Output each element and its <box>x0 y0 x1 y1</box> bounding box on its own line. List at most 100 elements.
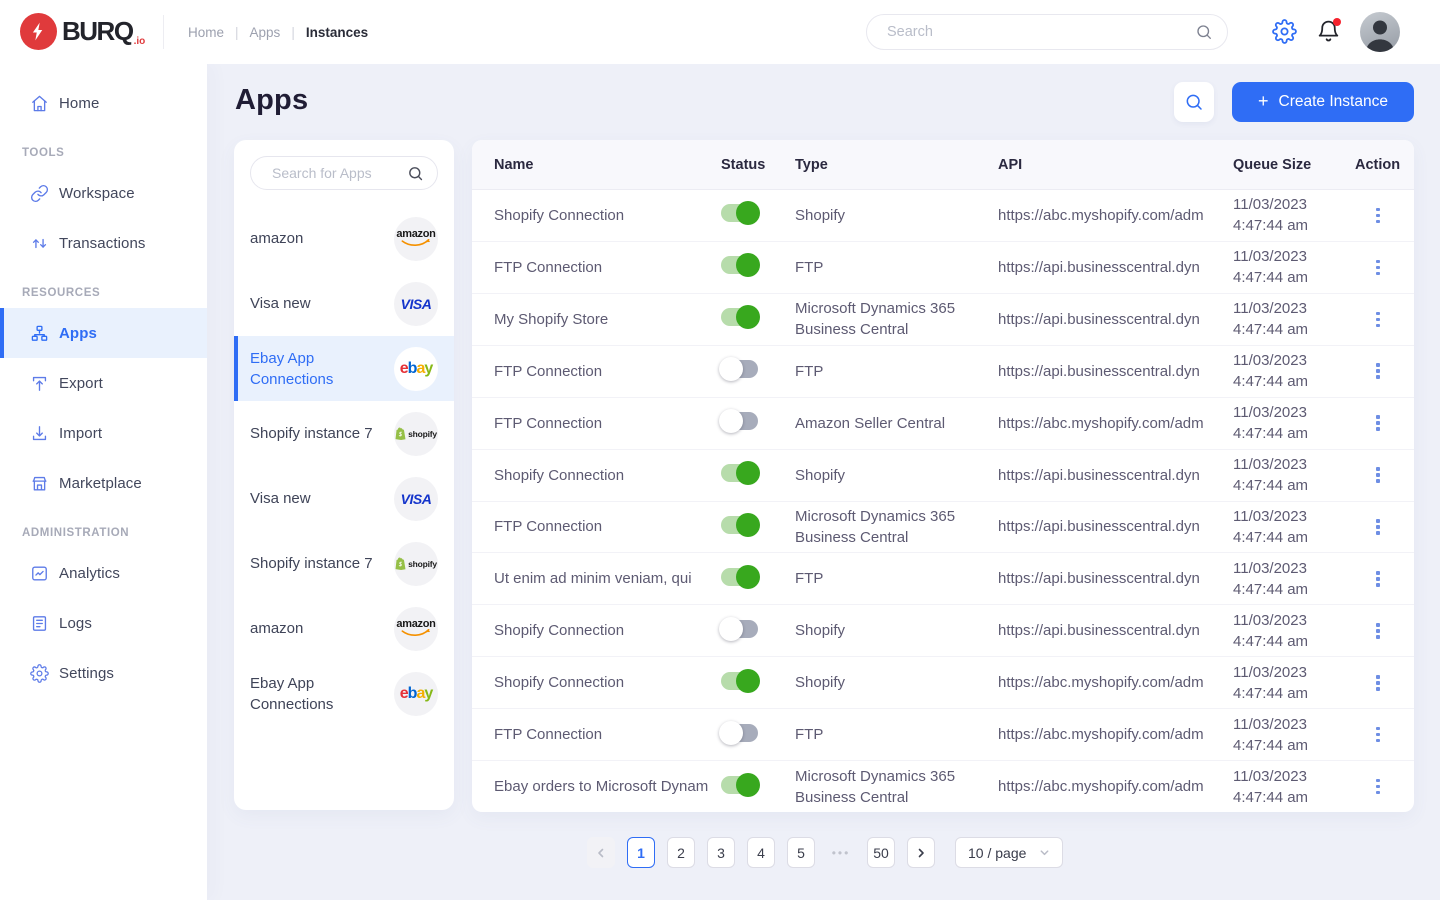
queue-time: 4:47:44 am <box>1233 787 1355 808</box>
app-list-item[interactable]: Ebay App Connections ebay <box>234 336 454 401</box>
sidebar-item-transactions[interactable]: Transactions <box>0 218 207 268</box>
settings-icon <box>29 663 49 683</box>
pagination-pages: 12345 <box>627 837 815 868</box>
status-toggle[interactable] <box>721 256 758 274</box>
queue-date: 11/03/2023 <box>1233 558 1355 579</box>
notification-badge <box>1333 18 1341 26</box>
status-toggle[interactable] <box>721 308 758 326</box>
row-actions-menu-icon[interactable] <box>1371 779 1385 795</box>
column-header-action: Action <box>1355 157 1414 173</box>
table-row: Shopify Connection Shopify https://abc.m… <box>472 657 1414 709</box>
sidebar-item-logs[interactable]: Logs <box>0 598 207 648</box>
breadcrumb-home[interactable]: Home <box>188 25 224 40</box>
status-toggle[interactable] <box>721 360 758 378</box>
queue-time: 4:47:44 am <box>1233 527 1355 548</box>
ebay-logo: ebay <box>394 672 438 716</box>
page-size-select[interactable]: 10 / page <box>955 837 1063 868</box>
sidebar-item-workspace[interactable]: Workspace <box>0 168 207 218</box>
row-actions-menu-icon[interactable] <box>1371 467 1385 483</box>
queue-time: 4:47:44 am <box>1233 631 1355 652</box>
row-actions-menu-icon[interactable] <box>1371 260 1385 276</box>
breadcrumb-apps[interactable]: Apps <box>250 25 281 40</box>
next-page-button[interactable] <box>907 837 935 868</box>
row-actions-menu-icon[interactable] <box>1371 312 1385 328</box>
sidebar-item-import[interactable]: Import <box>0 408 207 458</box>
global-search-input[interactable] <box>887 24 1195 40</box>
page-title: Apps <box>235 84 308 117</box>
toggle-knob <box>736 513 760 537</box>
queue-size: 11/03/2023 4:47:44 am <box>1233 662 1355 704</box>
row-actions-menu-icon[interactable] <box>1371 519 1385 535</box>
status-toggle[interactable] <box>721 412 758 430</box>
status-toggle[interactable] <box>721 516 758 534</box>
sidebar-item-home[interactable]: Home <box>0 78 207 128</box>
status-toggle[interactable] <box>721 464 758 482</box>
page-button-50[interactable]: 50 <box>867 837 895 868</box>
page-button-4[interactable]: 4 <box>747 837 775 868</box>
toggle-knob <box>736 305 760 329</box>
home-icon <box>29 93 49 113</box>
create-instance-label: Create Instance <box>1279 93 1388 111</box>
instance-name: Shopify Connection <box>494 467 721 484</box>
row-actions-menu-icon[interactable] <box>1371 675 1385 691</box>
table-row: Shopify Connection Shopify https://abc.m… <box>472 190 1414 242</box>
ebay-logo: ebay <box>394 347 438 391</box>
apps-icon <box>29 323 49 343</box>
page-button-3[interactable]: 3 <box>707 837 735 868</box>
status-toggle[interactable] <box>721 568 758 586</box>
header-divider <box>163 15 164 49</box>
sidebar-item-marketplace[interactable]: Marketplace <box>0 458 207 508</box>
queue-time: 4:47:44 am <box>1233 423 1355 444</box>
apps-search-input[interactable] <box>272 165 407 181</box>
row-actions-menu-icon[interactable] <box>1371 623 1385 639</box>
toggle-knob <box>736 201 760 225</box>
sidebar-item-export[interactable]: Export <box>0 358 207 408</box>
instance-api: https://abc.myshopify.com/adm <box>998 674 1233 691</box>
row-actions-menu-icon[interactable] <box>1371 415 1385 431</box>
breadcrumb: Home | Apps | Instances <box>188 0 368 64</box>
create-instance-button[interactable]: + Create Instance <box>1232 82 1414 122</box>
row-actions-menu-icon[interactable] <box>1371 571 1385 587</box>
sidebar-item-analytics[interactable]: Analytics <box>0 548 207 598</box>
row-actions-menu-icon[interactable] <box>1371 363 1385 379</box>
queue-date: 11/03/2023 <box>1233 506 1355 527</box>
search-icon <box>1195 23 1213 41</box>
status-toggle[interactable] <box>721 620 758 638</box>
lightning-bolt-icon <box>20 13 57 50</box>
status-toggle[interactable] <box>721 724 758 742</box>
row-actions-menu-icon[interactable] <box>1371 727 1385 743</box>
instance-type: FTP <box>795 568 998 589</box>
amazon-logo: amazon <box>394 217 438 261</box>
status-toggle[interactable] <box>721 776 758 794</box>
app-list-item[interactable]: amazon amazon <box>234 206 454 271</box>
sidebar-item-apps[interactable]: Apps <box>0 308 207 358</box>
instance-api: https://abc.myshopify.com/adm <box>998 726 1233 743</box>
sidebar-item-label: Apps <box>59 325 97 342</box>
import-icon <box>29 423 49 443</box>
settings-gear-icon[interactable] <box>1271 19 1297 45</box>
page-search-button[interactable] <box>1174 82 1214 122</box>
app-list-item[interactable]: Ebay App Connections ebay <box>234 661 454 726</box>
logo[interactable]: BURQ .io <box>20 13 145 50</box>
avatar[interactable] <box>1360 12 1400 52</box>
app-list-item[interactable]: Visa new VISA <box>234 271 454 336</box>
page-button-5[interactable]: 5 <box>787 837 815 868</box>
pagination-ellipsis[interactable]: ••• <box>827 846 855 860</box>
page-button-2[interactable]: 2 <box>667 837 695 868</box>
queue-time: 4:47:44 am <box>1233 579 1355 600</box>
instance-name: Shopify Connection <box>494 207 721 224</box>
notifications-bell-icon[interactable] <box>1315 19 1341 45</box>
app-list-item[interactable]: amazon amazon <box>234 596 454 661</box>
sidebar-item-settings[interactable]: Settings <box>0 648 207 698</box>
app-list-item[interactable]: Shopify instance 7 shopify <box>234 401 454 466</box>
status-toggle[interactable] <box>721 672 758 690</box>
app-list-item[interactable]: Shopify instance 7 shopify <box>234 531 454 596</box>
page-button-1[interactable]: 1 <box>627 837 655 868</box>
previous-page-button[interactable] <box>587 837 615 868</box>
status-toggle[interactable] <box>721 204 758 222</box>
row-actions-menu-icon[interactable] <box>1371 208 1385 224</box>
app-list-item[interactable]: Visa new VISA <box>234 466 454 531</box>
instance-type: Shopify <box>795 465 998 486</box>
breadcrumb-instances: Instances <box>306 25 368 40</box>
instance-api: https://api.businesscentral.dyn <box>998 570 1233 587</box>
